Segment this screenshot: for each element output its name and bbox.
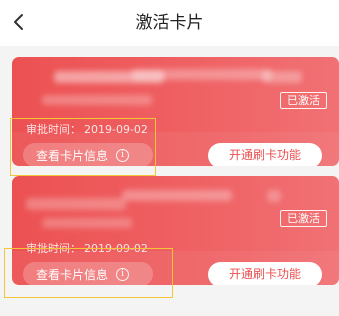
masked-card-name <box>132 69 272 80</box>
status-badge: 已激活 <box>280 210 327 227</box>
nav-bar: 激活卡片 <box>0 0 339 46</box>
masked-card-name <box>122 190 232 201</box>
enable-swipe-button[interactable]: 开通刷卡功能 <box>208 143 322 166</box>
masked-card-number <box>267 190 281 202</box>
masked-card-number <box>262 71 302 83</box>
masked-card-number <box>42 218 132 228</box>
page-title: 激活卡片 <box>135 13 204 33</box>
highlight-frame <box>10 118 156 176</box>
status-badge: 已激活 <box>280 92 327 109</box>
masked-card-name <box>26 198 126 210</box>
enable-swipe-button[interactable]: 开通刷卡功能 <box>208 262 322 285</box>
masked-card-number <box>42 95 152 105</box>
highlight-frame <box>4 248 173 298</box>
